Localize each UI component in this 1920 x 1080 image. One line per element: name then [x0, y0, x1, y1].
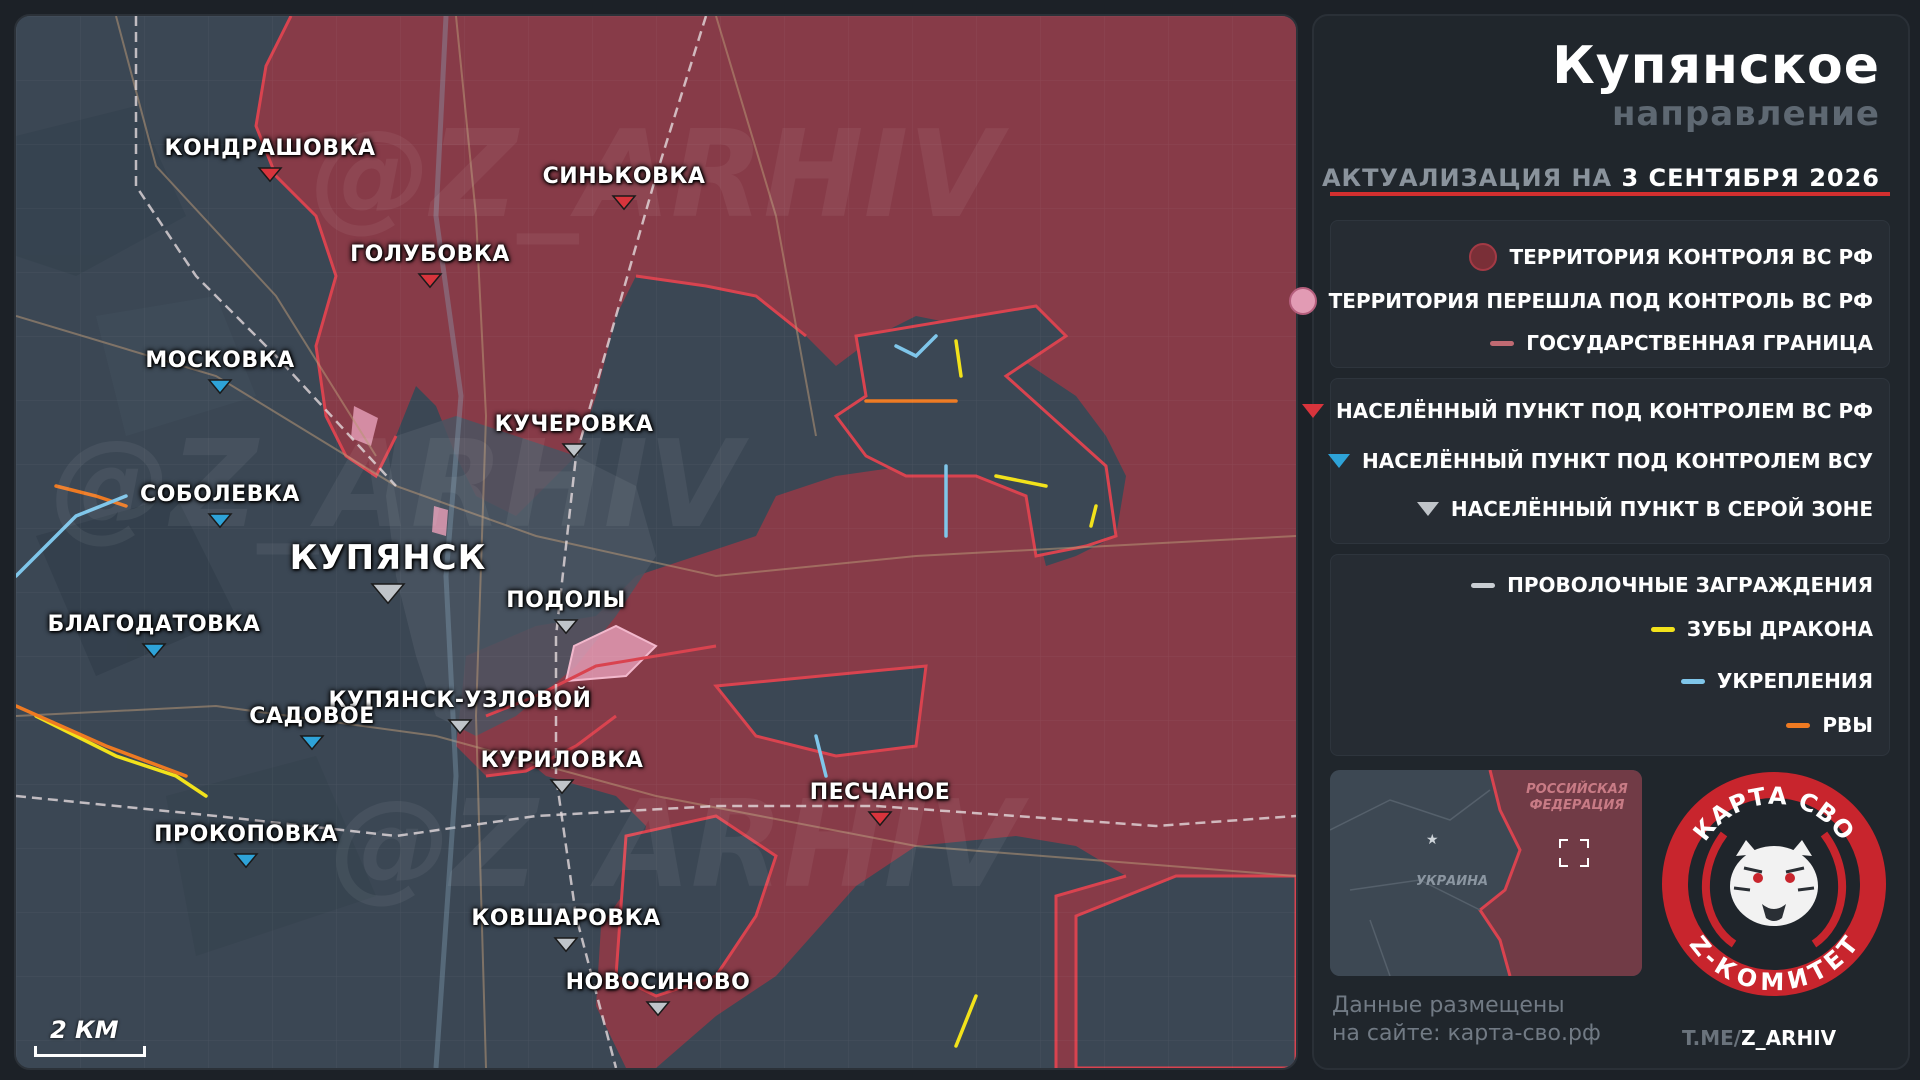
page-subtitle: направление: [1611, 94, 1880, 134]
update-value: 3 СЕНТЯБРЯ 2026: [1621, 164, 1880, 192]
town-label-moskovka: МОСКОВКА: [145, 348, 295, 373]
town-label-kondrashovka: КОНДРАШОВКА: [164, 136, 376, 161]
overview-minimap[interactable]: ★ РОССИЙСКАЯ ФЕДЕРАЦИЯ УКРАИНА: [1330, 770, 1642, 976]
minimap-label-russia: РОССИЙСКАЯ ФЕДЕРАЦИЯ: [1526, 782, 1628, 813]
legend-settlements: НАСЕЛЁННЫЙ ПУНКТ ПОД КОНТРОЛЕМ ВС РФ НАС…: [1301, 378, 1890, 544]
town-label-peschanoe: ПЕСЧАНОЕ: [809, 780, 951, 805]
page-title: Купянское: [1552, 36, 1880, 96]
town-label-kucherovka: КУЧЕРОВКА: [494, 412, 654, 437]
scale-label: 2 КМ: [50, 1016, 119, 1044]
ditch-swatch: [1786, 722, 1811, 728]
transferred-swatch: [1288, 287, 1317, 315]
legend-settlement-rf: НАСЕЛЁННЫЙ ПУНКТ ПОД КОНТРОЛЕМ ВС РФ: [1301, 399, 1873, 423]
map-view[interactable]: @Z_ARHIV @Z_ARHIV @Z_ARHIV КОНДРАШОВКА СИ…: [14, 14, 1298, 1070]
update-date: АКТУАЛИЗАЦИЯ НА 3 СЕНТЯБРЯ 2026: [1322, 164, 1880, 192]
legend-state-border: ГОСУДАРСТВЕННАЯ ГРАНИЦА: [1490, 331, 1873, 355]
tiger-head-icon: [1730, 840, 1818, 926]
legend-fortification: УКРЕПЛЕНИЯ: [1681, 669, 1873, 693]
town-label-golubovka: ГОЛУБОВКА: [350, 242, 510, 267]
update-prefix: АКТУАЛИЗАЦИЯ НА: [1321, 164, 1613, 192]
town-label-kupyansk: КУПЯНСК: [289, 538, 487, 578]
town-label-prokopovka: ПРОКОПОВКА: [154, 822, 338, 847]
town-label-kovsharovka: КОВШАРОВКА: [471, 906, 661, 931]
legend-territory: ТЕРРИТОРИЯ КОНТРОЛЯ ВС РФ ТЕРРИТОРИЯ ПЕР…: [1288, 220, 1890, 368]
scale-bar: [34, 1046, 146, 1057]
legend-transferred-territory: ТЕРРИТОРИЯ ПЕРЕШЛА ПОД КОНТРОЛЬ ВС РФ: [1288, 287, 1873, 315]
rf-territory-swatch: [1469, 243, 1498, 271]
town-label-podoly: ПОДОЛЫ: [506, 588, 626, 613]
triangle-grey-icon: [1416, 502, 1439, 516]
legend-fortifications: ПРОВОЛОЧНЫЕ ЗАГРАЖДЕНИЯ ЗУБЫ ДРАКОНА УКР…: [1330, 554, 1890, 756]
town-label-blagodatovka: БЛАГОДАТОВКА: [47, 612, 261, 637]
dragon-teeth-swatch: [1650, 626, 1675, 632]
triangle-rf-icon: [1301, 404, 1324, 418]
town-label-sadovoe: САДОВОЕ: [249, 704, 375, 729]
wire-swatch: [1471, 582, 1496, 588]
info-panel: Купянское направление АКТУАЛИЗАЦИЯ НА 3 …: [1288, 14, 1910, 1070]
map-scale: 2 КМ: [34, 1016, 146, 1057]
z-komitet-logo-icon: КАРТА СВО Z-КОМИТЕТ: [1662, 772, 1886, 996]
capital-star-icon: ★: [1426, 832, 1439, 848]
fortification-swatch: [1681, 678, 1706, 684]
town-label-kurilovka: КУРИЛОВКА: [480, 748, 644, 773]
legend-dragon-teeth: ЗУБЫ ДРАКОНА: [1650, 617, 1873, 641]
triangle-ua-icon: [1328, 454, 1351, 468]
legend-rf-territory: ТЕРРИТОРИЯ КОНТРОЛЯ ВС РФ: [1469, 243, 1873, 271]
border-swatch: [1490, 340, 1515, 346]
divider: [1330, 192, 1890, 196]
town-label-sobolevka: СОБОЛЕВКА: [140, 482, 300, 507]
town-label-novosinovo: НОВОСИНОВО: [565, 970, 751, 995]
minimap-label-ukraine: УКРАИНА: [1416, 874, 1489, 889]
legend-settlement-ua: НАСЕЛЁННЫЙ ПУНКТ ПОД КОНТРОЛЕМ ВСУ: [1328, 449, 1873, 473]
legend-ditches: РВЫ: [1786, 713, 1873, 737]
legend-wire: ПРОВОЛОЧНЫЕ ЗАГРАЖДЕНИЯ: [1471, 573, 1873, 597]
telegram-link[interactable]: T.ME/Z_ARHIV: [1682, 1026, 1836, 1050]
legend-settlement-grey: НАСЕЛЁННЫЙ ПУНКТ В СЕРОЙ ЗОНЕ: [1416, 497, 1873, 521]
site-info: Данные размещены на сайте: карта-сво.рф: [1332, 993, 1601, 1048]
town-label-sinkovka: СИНЬКОВКА: [542, 164, 706, 189]
site-link[interactable]: на сайте: карта-сво.рф: [1332, 1020, 1601, 1048]
